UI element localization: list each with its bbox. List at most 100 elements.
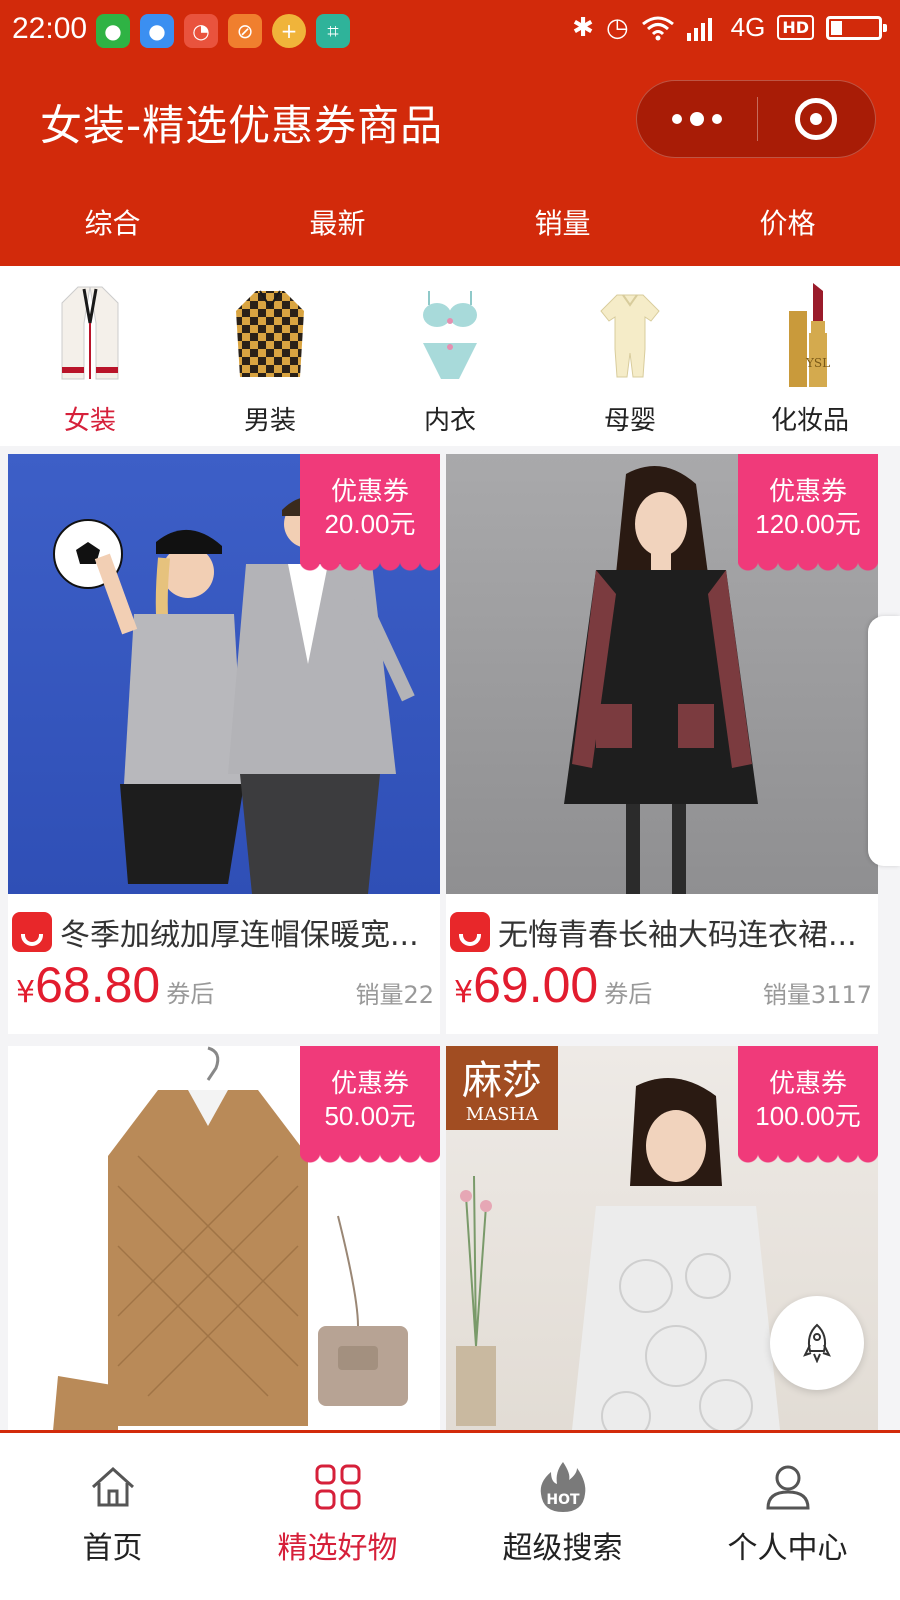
wifi-icon — [641, 16, 674, 40]
more-dot — [689, 112, 704, 126]
product-price: 69.00 — [473, 957, 599, 1013]
sales-count: 销量3117 — [762, 981, 872, 1009]
status-time: 22:00 — [12, 12, 88, 45]
product-card[interactable]: 优惠券 120.00元 无悔青春长袖大码连衣裙... ¥ 69.00 券后 销量… — [446, 454, 878, 1034]
product-image: 优惠券 20.00元 — [8, 454, 440, 894]
notification-icon: ◔ — [184, 14, 218, 48]
page-title: 女装-精选优惠券商品 — [40, 101, 444, 150]
network-type: 4G — [730, 12, 766, 42]
category-underwear[interactable]: 内衣 — [360, 266, 540, 446]
category-row: 女装 男装 内衣 母婴 YSL 化妆品 — [0, 266, 900, 446]
close-miniprogram-button[interactable] — [758, 81, 876, 157]
hd-badge: HD — [777, 15, 814, 40]
plaid-shirt-icon — [230, 280, 310, 390]
currency-symbol: ¥ — [454, 975, 474, 1010]
hot-badge: HOT — [546, 1492, 580, 1508]
sort-tab-comprehensive[interactable]: 综合 — [0, 182, 225, 266]
product-card[interactable]: 优惠券 50.00元 — [8, 1046, 440, 1462]
tab-label: 精选好物 — [277, 1531, 398, 1566]
baby-romper-icon — [590, 280, 670, 390]
product-grid: 优惠券 20.00元 冬季加绒加厚连帽保暖宽... ¥ 68.80 券后 销量2… — [0, 446, 900, 1462]
more-dots-icon — [671, 114, 682, 124]
product-title: 无悔青春长袖大码连衣裙... — [498, 918, 857, 953]
brand-logo-en: MASHA — [466, 1104, 539, 1125]
more-button[interactable] — [637, 81, 757, 157]
tab-profile[interactable]: 个人中心 — [675, 1433, 900, 1600]
price-suffix: 券后 — [604, 980, 653, 1008]
coupon-value: 20.00元 — [324, 509, 416, 539]
wechat-icon: ● — [96, 14, 130, 48]
svg-text:YSL: YSL — [805, 356, 830, 370]
add-icon: + — [272, 14, 306, 48]
bluetooth-icon: ✱ — [572, 12, 594, 43]
product-price: 68.80 — [35, 957, 161, 1013]
coupon-value: 50.00元 — [324, 1101, 416, 1131]
tab-super-search[interactable]: HOT 超级搜索 — [450, 1433, 675, 1600]
price-row: ¥ 68.80 券后 — [16, 956, 214, 1014]
battery-icon — [826, 15, 887, 40]
sort-tab-price[interactable]: 价格 — [675, 182, 900, 266]
coupon-label: 优惠券 — [768, 1069, 847, 1099]
sort-tabs: 综合 最新 销量 价格 — [0, 182, 900, 266]
category-label: 母婴 — [603, 406, 656, 436]
category-womens[interactable]: 女装 — [0, 266, 180, 446]
status-app-icons: ● ● ◔ ⊘ + ⌗ — [96, 14, 350, 48]
product-card[interactable]: 麻莎 MASHA 优惠券 100.00元 — [446, 1046, 878, 1462]
product-info: 无悔青春长袖大码连衣裙... ¥ 69.00 券后 销量3117 — [446, 894, 878, 1034]
scan-icon: ⌗ — [316, 14, 350, 48]
close-target-icon — [795, 98, 838, 140]
ar-icon: ⊘ — [228, 14, 262, 48]
alarm-icon: ◷ — [605, 12, 629, 43]
user-icon — [760, 1459, 816, 1515]
lingerie-icon — [410, 280, 490, 390]
brand-logo: 麻莎 — [462, 1058, 542, 1104]
category-cosmetics[interactable]: YSL 化妆品 — [720, 266, 900, 446]
bottom-tab-bar: 首页 精选好物 HOT 超级搜索 个人中心 — [0, 1430, 900, 1600]
currency-symbol: ¥ — [16, 975, 36, 1010]
sort-tab-latest[interactable]: 最新 — [225, 182, 450, 266]
category-mens[interactable]: 男装 — [180, 266, 360, 446]
status-indicators: ✱ ◷ 4G HD — [572, 12, 887, 43]
product-image: 优惠券 120.00元 — [446, 454, 878, 894]
coupon-label: 优惠券 — [330, 477, 409, 507]
lipstick-icon: YSL — [770, 280, 850, 390]
coupon-badge: 优惠券 50.00元 — [300, 1046, 440, 1166]
hot-icon: HOT — [535, 1459, 591, 1515]
tab-home[interactable]: 首页 — [0, 1433, 225, 1600]
coupon-value: 120.00元 — [755, 509, 861, 539]
wechat-icon: ● — [140, 14, 174, 48]
tab-label: 超级搜索 — [502, 1531, 623, 1566]
coupon-badge: 优惠券 120.00元 — [738, 454, 878, 574]
rocket-icon — [803, 1323, 831, 1363]
side-drawer-handle[interactable] — [868, 616, 900, 866]
miniprogram-capsule — [636, 80, 876, 158]
sort-tab-sales[interactable]: 销量 — [450, 182, 675, 266]
signal-icon — [686, 17, 712, 41]
back-to-top-button[interactable] — [770, 1296, 864, 1390]
category-baby[interactable]: 母婴 — [540, 266, 720, 446]
product-info: 冬季加绒加厚连帽保暖宽... ¥ 68.80 券后 销量22 — [8, 894, 440, 1034]
more-dot — [711, 114, 722, 124]
price-suffix: 券后 — [166, 980, 215, 1008]
grid-icon — [310, 1459, 366, 1515]
sales-count: 销量22 — [355, 981, 434, 1009]
category-label: 女装 — [63, 406, 116, 436]
coupon-label: 优惠券 — [768, 477, 847, 507]
tab-label: 个人中心 — [727, 1531, 848, 1566]
coupon-badge: 优惠券 100.00元 — [738, 1046, 878, 1166]
product-card[interactable]: 优惠券 20.00元 冬季加绒加厚连帽保暖宽... ¥ 68.80 券后 销量2… — [8, 454, 440, 1034]
home-icon — [85, 1459, 141, 1515]
tab-selected-goods[interactable]: 精选好物 — [225, 1433, 450, 1600]
tmall-shop-icon — [12, 912, 52, 952]
coupon-value: 100.00元 — [755, 1101, 861, 1131]
coupon-badge: 优惠券 20.00元 — [300, 454, 440, 574]
product-image: 优惠券 50.00元 — [8, 1046, 440, 1462]
category-label: 化妆品 — [770, 406, 849, 436]
tmall-shop-icon — [450, 912, 490, 952]
product-image: 麻莎 MASHA 优惠券 100.00元 — [446, 1046, 878, 1462]
cardigan-icon — [50, 280, 130, 390]
coupon-label: 优惠券 — [330, 1069, 409, 1099]
navigation-bar: 女装-精选优惠券商品 — [0, 64, 900, 182]
tab-label: 首页 — [82, 1531, 143, 1566]
category-label: 男装 — [243, 406, 296, 436]
